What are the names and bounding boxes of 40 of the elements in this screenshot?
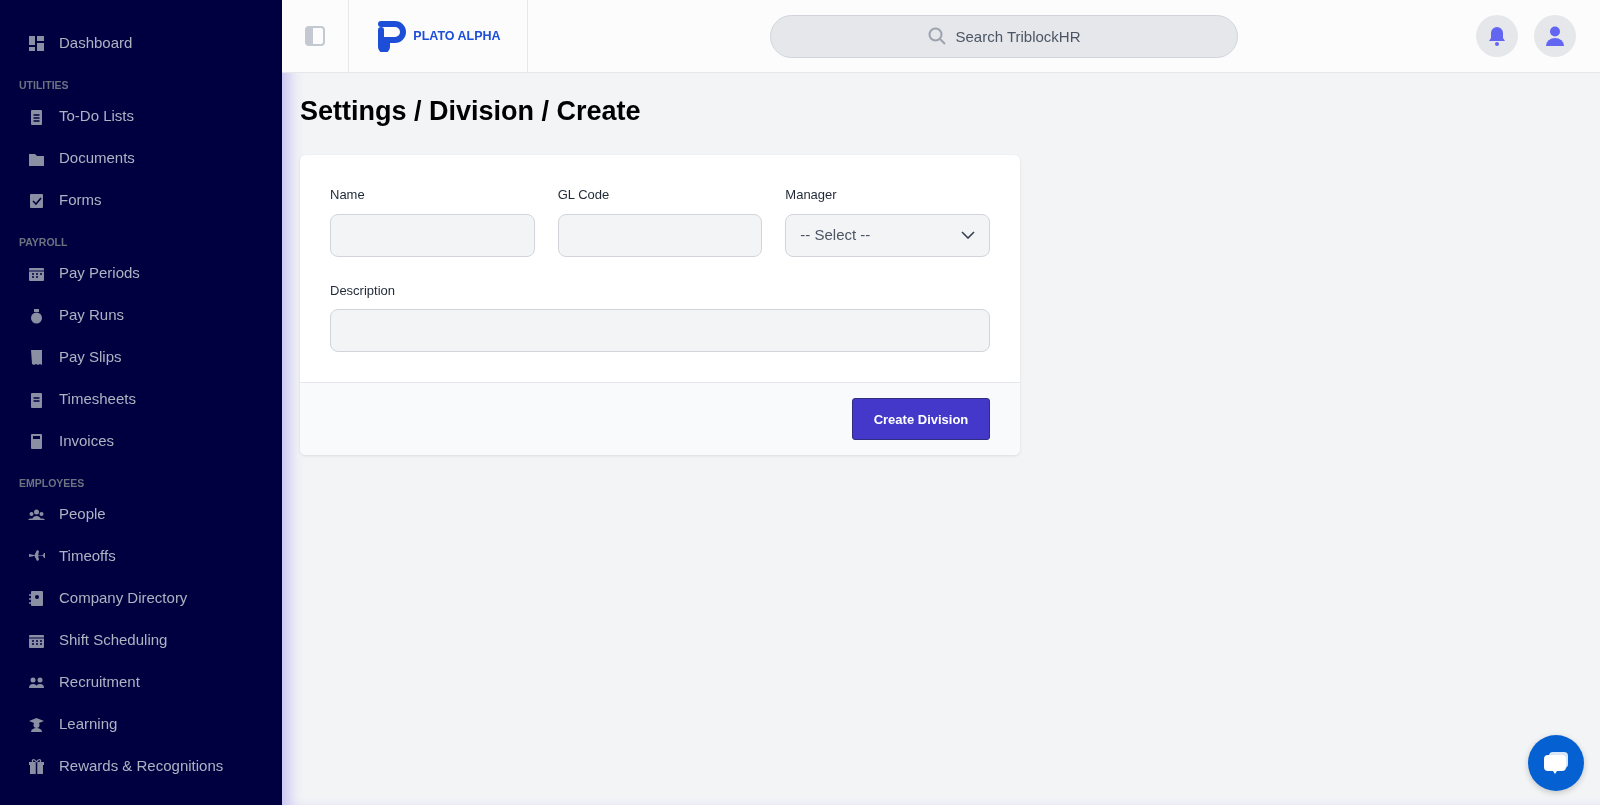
- sidebar-item[interactable]: Recruitment: [0, 661, 282, 703]
- sidebar-item[interactable]: Documents: [0, 137, 282, 179]
- notifications-button[interactable]: [1476, 15, 1518, 57]
- input-field[interactable]: [557, 213, 763, 257]
- logo-text: PLATO ALPHA: [413, 27, 501, 45]
- sidebar-item[interactable]: Pay Slips: [0, 336, 282, 378]
- sidebar-item[interactable]: Forms: [0, 179, 282, 221]
- manager-select[interactable]: -- Select --: [785, 213, 990, 257]
- sidebar-item[interactable]: Company Directory: [0, 577, 282, 619]
- input-field[interactable]: [330, 213, 535, 257]
- sidebar-item[interactable]: Pay Runs: [0, 294, 282, 336]
- search-field[interactable]: Search TriblockHR: [770, 14, 1238, 58]
- page-title: Settings / Division / Create: [300, 95, 642, 128]
- chat-button[interactable]: [1528, 735, 1584, 791]
- sidebar-item[interactable]: Pay Periods: [0, 252, 282, 294]
- sidebar-item[interactable]: People: [0, 493, 282, 535]
- field-label: Manager: [785, 186, 838, 205]
- create-division-button[interactable]: Create Division: [852, 398, 990, 441]
- chevron-down-icon: [961, 231, 975, 240]
- sidebar-item[interactable]: Dashboard: [0, 22, 282, 64]
- sidebar-item[interactable]: Timesheets: [0, 378, 282, 420]
- field-label: Description: [330, 281, 397, 300]
- sidebar-section-header: UTILITIES: [18, 78, 70, 92]
- profile-button[interactable]: [1534, 15, 1576, 57]
- logo-icon: [375, 20, 408, 52]
- sidebar-item[interactable]: Invoices: [0, 420, 282, 462]
- field-label: Name: [330, 186, 366, 205]
- sidebar-item[interactable]: Timeoffs: [0, 535, 282, 577]
- sidebar-item[interactable]: Shift Scheduling: [0, 619, 282, 661]
- sidebar-toggle-icon[interactable]: [305, 26, 325, 46]
- bell-icon: [1488, 26, 1506, 46]
- field-label: GL Code: [557, 186, 611, 205]
- sidebar-item[interactable]: Learning: [0, 703, 282, 745]
- search-icon: [928, 26, 946, 45]
- sidebar-item[interactable]: To-Do Lists: [0, 95, 282, 137]
- input-field[interactable]: [330, 309, 990, 353]
- user-icon: [1546, 26, 1564, 46]
- sidebar-item[interactable]: Rewards & Recognitions: [0, 745, 282, 787]
- sidebar-section-header: EMPLOYEES: [18, 476, 86, 490]
- sidebar-section-header: PAYROLL: [18, 235, 69, 249]
